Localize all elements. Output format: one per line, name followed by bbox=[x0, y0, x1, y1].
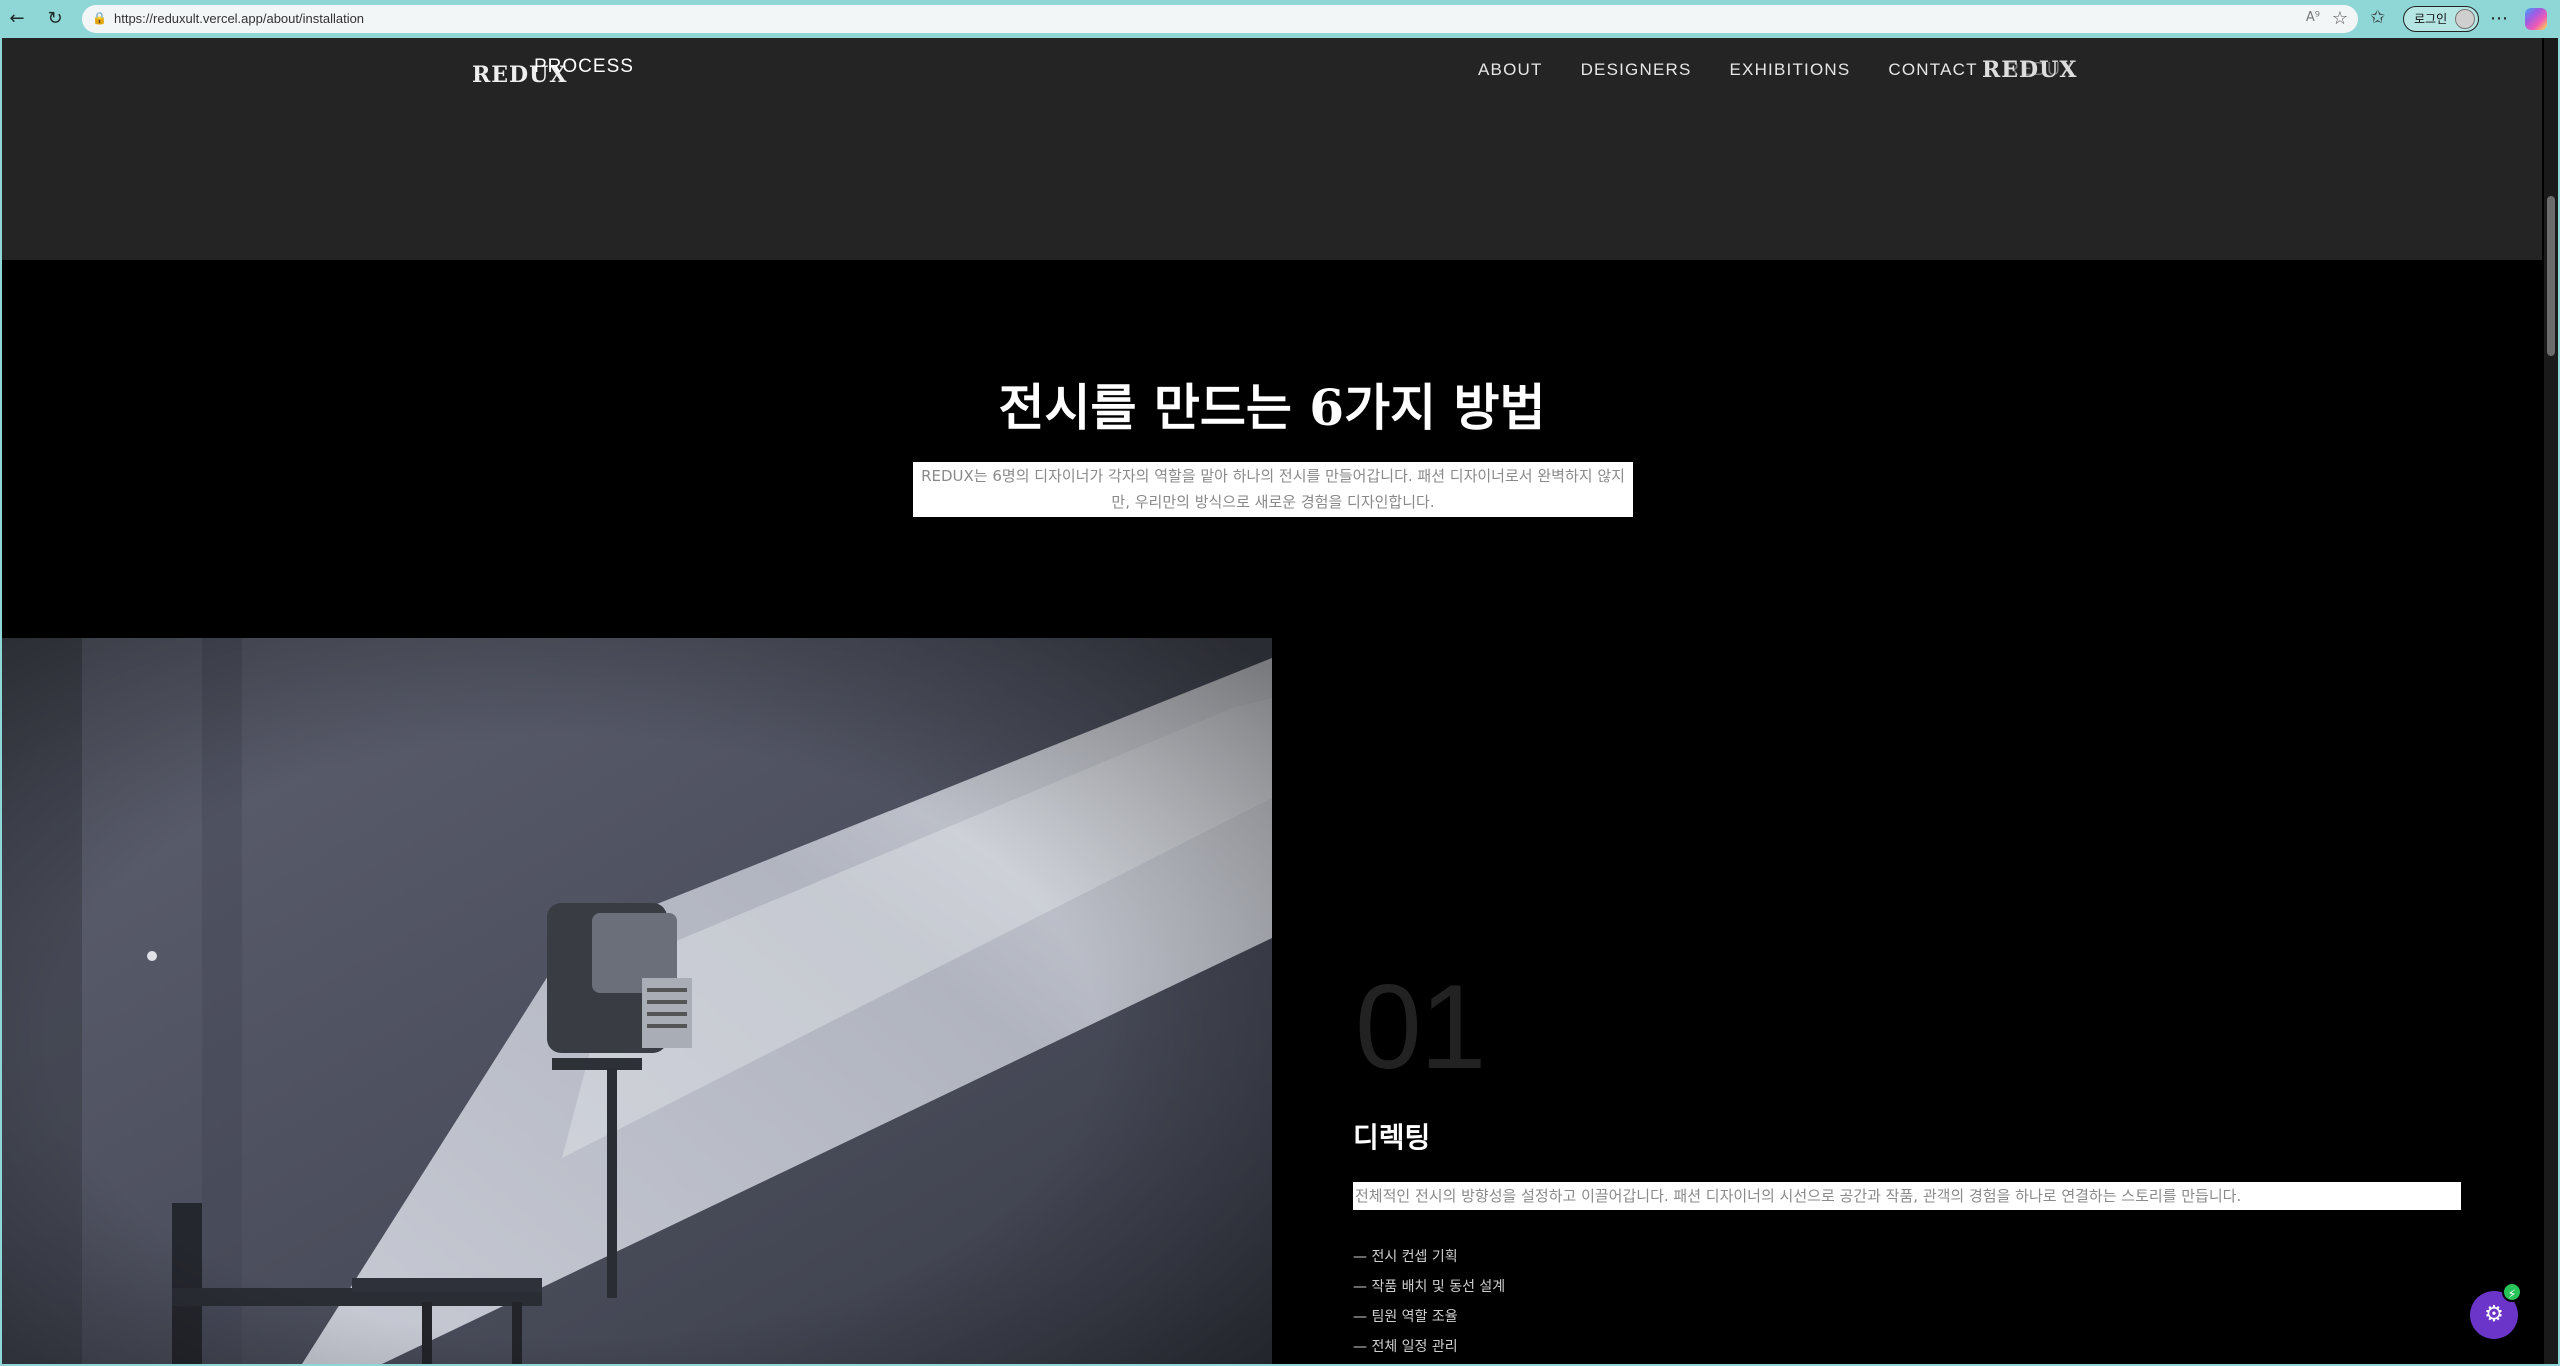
avatar-icon bbox=[2455, 9, 2475, 29]
lock-icon[interactable]: 🔒 bbox=[92, 11, 107, 27]
copilot-icon[interactable] bbox=[2525, 8, 2547, 30]
nav-designers[interactable]: DESIGNERS bbox=[1581, 60, 1692, 86]
browser-toolbar: ← ↻ 🔒 https://reduxult.vercel.app/about/… bbox=[0, 0, 2560, 38]
read-aloud-icon[interactable]: A⁹ bbox=[2306, 10, 2320, 25]
url-text[interactable]: https://reduxult.vercel.app/about/instal… bbox=[114, 11, 364, 26]
step-description: 전체적인 전시의 방향성을 설정하고 이끌어갑니다. 패션 디자이너의 시선으로… bbox=[1353, 1182, 2461, 1210]
page-scrollbar[interactable] bbox=[2544, 38, 2558, 1364]
star-icon[interactable]: ☆ bbox=[2332, 8, 2348, 29]
header-band: REDUX PROCESS ABOUT DESIGNERS EXHIBITION… bbox=[2, 38, 2542, 260]
exhibition-photo bbox=[2, 638, 1272, 1364]
intro-description: REDUX는 6명의 디자이너가 각자의 역할을 맡아 하나의 전시를 만들어갑… bbox=[913, 462, 1633, 517]
gear-icon: ⚙ bbox=[2484, 1302, 2504, 1327]
page-viewport: REDUX PROCESS ABOUT DESIGNERS EXHIBITION… bbox=[2, 38, 2542, 1364]
step-number: 01 bbox=[1355, 960, 1486, 1094]
page-title: 전시를 만드는 6가지 방법 bbox=[998, 378, 1546, 437]
scrollbar-thumb[interactable] bbox=[2547, 196, 2555, 356]
step-title: 디렉팅 bbox=[1353, 1121, 1431, 1154]
more-icon[interactable]: ⋯ bbox=[2490, 8, 2508, 29]
login-button[interactable]: 로그인 bbox=[2403, 6, 2479, 32]
list-item: — 작품 배치 및 동선 설계 bbox=[1353, 1279, 1506, 1295]
refresh-icon[interactable]: ↻ bbox=[44, 8, 66, 30]
address-bar[interactable]: 🔒 https://reduxult.vercel.app/about/inst… bbox=[82, 5, 2358, 33]
logo-subtitle[interactable]: PROCESS bbox=[534, 56, 634, 78]
nav-exhibitions[interactable]: EXHIBITIONS bbox=[1730, 60, 1851, 86]
favorites-icon[interactable]: ✩ bbox=[2370, 7, 2385, 28]
main-nav: ABOUT DESIGNERS EXHIBITIONS CONTACT bbox=[1478, 60, 1978, 86]
back-icon[interactable]: ← bbox=[6, 8, 28, 30]
nav-logo[interactable]: REDUX bbox=[1982, 57, 2077, 83]
nav-about[interactable]: ABOUT bbox=[1478, 60, 1543, 86]
login-label: 로그인 bbox=[2414, 12, 2448, 26]
nav-contact[interactable]: CONTACT bbox=[1888, 60, 1977, 86]
list-item: — 전체 일정 관리 bbox=[1353, 1339, 1458, 1355]
lightning-badge-icon: ⚡ bbox=[2502, 1282, 2522, 1302]
step-task-list: — 전시 컨셉 기획 — 작품 배치 및 동선 설계 — 팀원 역할 조율 — … bbox=[1353, 1242, 1505, 1362]
list-item: — 전시 컨셉 기획 bbox=[1353, 1249, 1458, 1265]
site-logo[interactable]: REDUX PROCESS bbox=[472, 56, 642, 96]
list-item: — 팀원 역할 조율 bbox=[1353, 1309, 1458, 1325]
